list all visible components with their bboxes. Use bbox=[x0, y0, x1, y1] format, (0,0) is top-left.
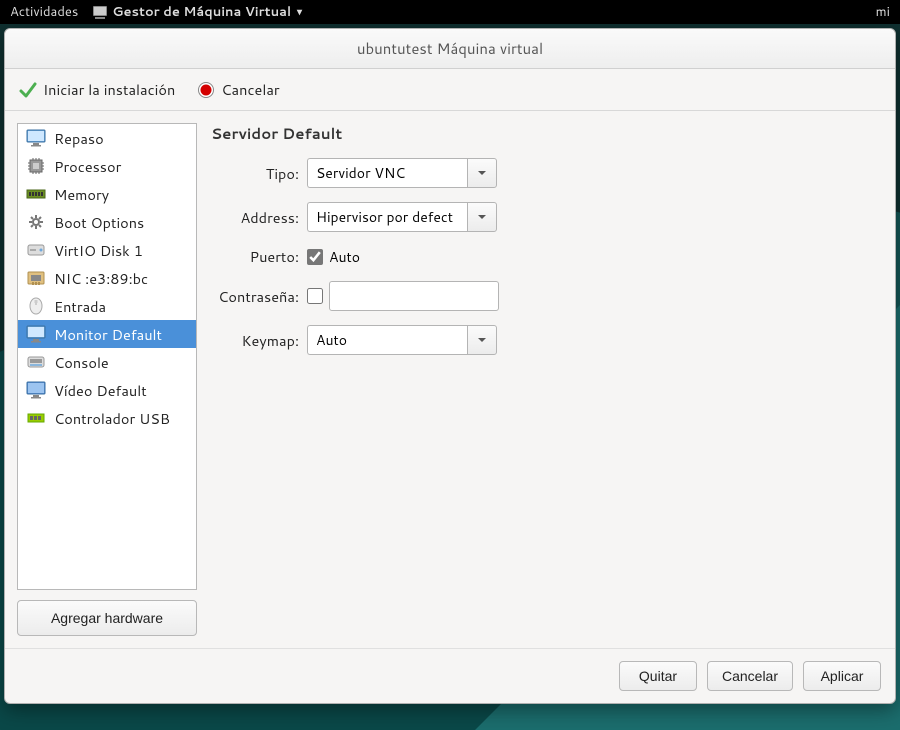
disk-icon bbox=[26, 241, 46, 259]
nic-icon bbox=[26, 269, 46, 287]
hardware-item[interactable]: Memory bbox=[18, 180, 196, 208]
window-title: ubuntutest Máquina virtual bbox=[357, 38, 543, 59]
cancel-install-label: Cancelar bbox=[221, 79, 279, 100]
chevron-down-icon: ▾ bbox=[297, 5, 302, 19]
app-menu[interactable]: Gestor de Máquina Virtual ▾ bbox=[92, 3, 302, 21]
desktop-topbar: Actividades Gestor de Máquina Virtual ▾ … bbox=[0, 0, 900, 24]
hardware-item-label: Vídeo Default bbox=[54, 380, 147, 401]
remove-button[interactable]: Quitar bbox=[619, 661, 697, 691]
address-value: Hipervisor por defect bbox=[307, 202, 467, 232]
hardware-item-label: Controlador USB bbox=[54, 408, 170, 429]
apply-button[interactable]: Aplicar bbox=[803, 661, 881, 691]
begin-install-button[interactable]: Iniciar la instalación bbox=[19, 79, 175, 100]
hardware-item[interactable]: Boot Options bbox=[18, 208, 196, 236]
address-combo[interactable]: Hipervisor por defect bbox=[307, 202, 497, 232]
usb-icon bbox=[26, 409, 46, 427]
cpu-icon bbox=[26, 157, 46, 175]
field-keymap: Keymap: Auto bbox=[211, 325, 883, 355]
hardware-item[interactable]: Repaso bbox=[18, 124, 196, 152]
hardware-item[interactable]: Controlador USB bbox=[18, 404, 196, 432]
type-label: Tipo: bbox=[211, 163, 307, 184]
hardware-item[interactable]: Entrada bbox=[18, 292, 196, 320]
hardware-item-label: NIC :e3:89:bc bbox=[54, 268, 148, 289]
checkmark-icon bbox=[19, 81, 37, 99]
hardware-item-label: Entrada bbox=[54, 296, 106, 317]
vm-window: ubuntutest Máquina virtual Iniciar la in… bbox=[4, 28, 896, 704]
type-value: Servidor VNC bbox=[307, 158, 467, 188]
chevron-down-icon bbox=[477, 168, 487, 178]
app-menu-label: Gestor de Máquina Virtual bbox=[112, 3, 291, 21]
field-type: Tipo: Servidor VNC bbox=[211, 158, 883, 188]
chevron-down-icon bbox=[477, 212, 487, 222]
cancel-install-button[interactable]: Cancelar bbox=[197, 79, 279, 100]
topbar-right-text: mi bbox=[876, 3, 890, 21]
hardware-item-label: Console bbox=[54, 352, 109, 373]
footer: Quitar Cancelar Aplicar bbox=[5, 648, 895, 703]
display-icon bbox=[26, 325, 46, 343]
window-titlebar: ubuntutest Máquina virtual bbox=[5, 29, 895, 69]
keymap-combo[interactable]: Auto bbox=[307, 325, 497, 355]
hardware-item-label: Repaso bbox=[54, 128, 104, 149]
password-enable-checkbox[interactable] bbox=[307, 288, 323, 304]
hardware-item-label: VirtIO Disk 1 bbox=[54, 240, 143, 261]
port-label: Puerto: bbox=[211, 246, 307, 267]
password-label: Contraseña: bbox=[211, 286, 307, 307]
hardware-item[interactable]: Vídeo Default bbox=[18, 376, 196, 404]
hardware-item[interactable]: NIC :e3:89:bc bbox=[18, 264, 196, 292]
console-icon bbox=[26, 353, 46, 371]
hardware-item[interactable]: Console bbox=[18, 348, 196, 376]
stop-icon bbox=[197, 81, 215, 99]
keymap-value: Auto bbox=[307, 325, 467, 355]
hardware-item-label: Monitor Default bbox=[54, 324, 162, 345]
activities-button[interactable]: Actividades bbox=[10, 3, 78, 21]
type-combo[interactable]: Servidor VNC bbox=[307, 158, 497, 188]
display-icon bbox=[26, 129, 46, 147]
hardware-sidebar: Repaso Processor Memory Boot Options VirtIO … bbox=[17, 123, 197, 636]
type-combo-arrow[interactable] bbox=[467, 158, 497, 188]
toolbar: Iniciar la instalación Cancelar bbox=[5, 69, 895, 111]
video-icon bbox=[26, 381, 46, 399]
password-input[interactable] bbox=[329, 281, 499, 311]
add-hardware-button[interactable]: Agregar hardware bbox=[17, 600, 197, 636]
virt-manager-icon bbox=[92, 4, 108, 20]
hardware-item-label: Processor bbox=[54, 156, 121, 177]
hardware-item[interactable]: VirtIO Disk 1 bbox=[18, 236, 196, 264]
cancel-button[interactable]: Cancelar bbox=[707, 661, 793, 691]
hardware-item-label: Boot Options bbox=[54, 212, 144, 233]
begin-install-label: Iniciar la instalación bbox=[43, 79, 175, 100]
address-label: Address: bbox=[211, 207, 307, 228]
input-icon bbox=[26, 297, 46, 315]
field-address: Address: Hipervisor por defect bbox=[211, 202, 883, 232]
hardware-item[interactable]: Monitor Default bbox=[18, 320, 196, 348]
hardware-item[interactable]: Processor bbox=[18, 152, 196, 180]
gear-icon bbox=[26, 213, 46, 231]
port-auto-label: Auto bbox=[329, 247, 360, 267]
hardware-list[interactable]: Repaso Processor Memory Boot Options VirtIO … bbox=[17, 123, 197, 590]
address-combo-arrow[interactable] bbox=[467, 202, 497, 232]
keymap-label: Keymap: bbox=[211, 330, 307, 351]
detail-panel: Servidor Default Tipo: Servidor VNC Addr… bbox=[211, 123, 883, 636]
port-auto-toggle[interactable]: Auto bbox=[307, 247, 360, 267]
field-password: Contraseña: bbox=[211, 281, 883, 311]
memory-icon bbox=[26, 185, 46, 203]
port-auto-checkbox[interactable] bbox=[307, 249, 323, 265]
field-port: Puerto: Auto bbox=[211, 246, 883, 267]
hardware-item-label: Memory bbox=[54, 184, 109, 205]
keymap-combo-arrow[interactable] bbox=[467, 325, 497, 355]
panel-title: Servidor Default bbox=[211, 123, 883, 144]
chevron-down-icon bbox=[477, 335, 487, 345]
